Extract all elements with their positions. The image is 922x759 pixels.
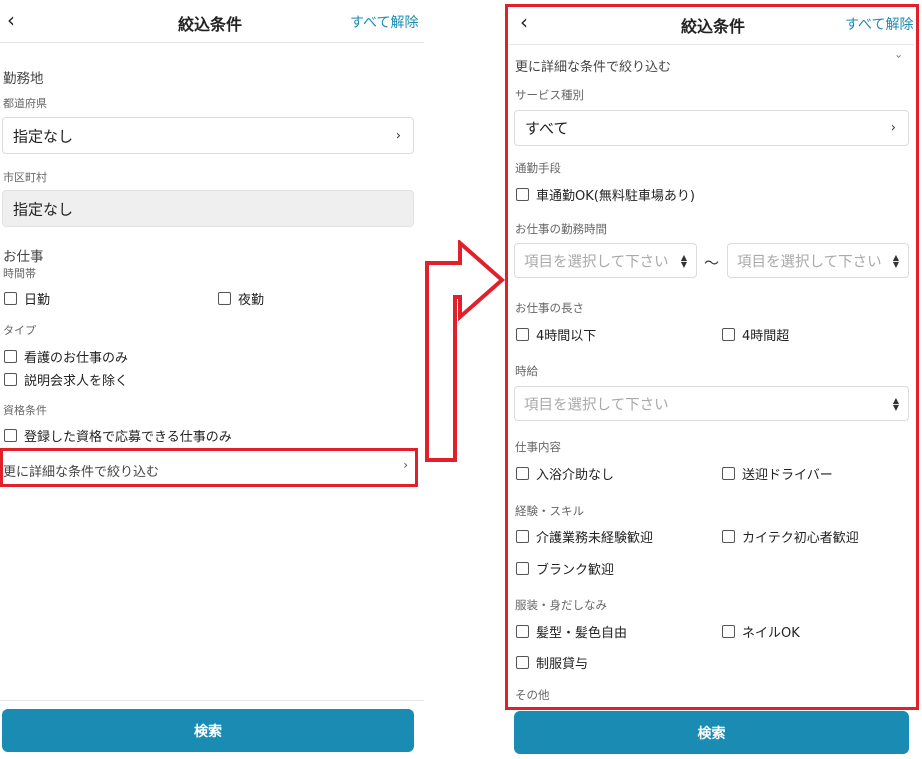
checkbox-day-shift[interactable]: 日勤 <box>4 289 50 308</box>
checkbox-qualified-only[interactable]: 登録した資格で応募できる仕事のみ <box>4 426 232 445</box>
checkbox-icon[interactable] <box>4 429 17 442</box>
back-chevron-icon[interactable]: ‹ <box>7 10 15 30</box>
chevron-right-icon: › <box>395 128 401 143</box>
checkbox-icon[interactable] <box>4 373 17 386</box>
arrow-right-icon <box>425 240 506 462</box>
city-select: 指定なし <box>2 190 414 227</box>
checkbox-night-shift[interactable]: 夜勤 <box>218 289 264 308</box>
checkbox-nursing-only[interactable]: 看護のお仕事のみ <box>4 347 128 366</box>
header-divider <box>0 42 424 43</box>
work-location-title: 勤務地 <box>3 71 44 87</box>
more-filters-row[interactable]: 更に詳細な条件で絞り込む › <box>0 448 418 487</box>
type-label: タイプ <box>3 324 36 337</box>
search-button[interactable]: 検索 <box>2 709 414 752</box>
qualification-label: 資格条件 <box>3 404 47 417</box>
footer-divider <box>0 700 424 701</box>
page-title: 絞込条件 <box>178 15 243 34</box>
job-title: お仕事 <box>3 249 44 265</box>
search-button[interactable]: 検索 <box>514 711 909 754</box>
checkbox-icon[interactable] <box>4 350 17 363</box>
time-label: 時間帯 <box>3 267 36 280</box>
checkbox-icon[interactable] <box>4 292 17 305</box>
chevron-right-icon: › <box>403 458 408 472</box>
prefecture-select[interactable]: 指定なし › <box>2 117 414 154</box>
checkbox-icon[interactable] <box>218 292 231 305</box>
highlight-frame <box>505 4 919 710</box>
clear-all-link[interactable]: すべて解除 <box>350 12 418 32</box>
more-filters-label: 更に詳細な条件で絞り込む <box>3 465 160 480</box>
city-value: 指定なし <box>13 200 74 218</box>
prefecture-label: 都道府県 <box>3 97 47 110</box>
prefecture-value: 指定なし <box>13 127 74 145</box>
checkbox-exclude-briefing[interactable]: 説明会求人を除く <box>4 370 128 389</box>
city-label: 市区町村 <box>3 171 47 184</box>
